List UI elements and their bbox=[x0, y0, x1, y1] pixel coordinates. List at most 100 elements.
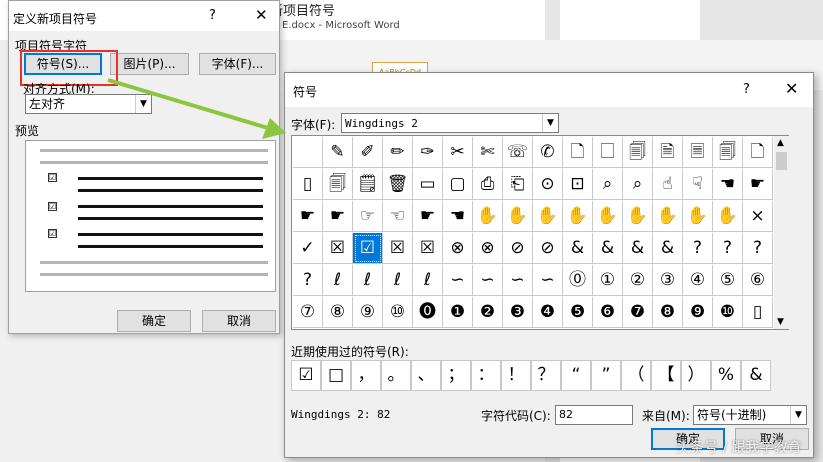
symbol-cell[interactable]: ☟ bbox=[683, 169, 713, 200]
recent-symbol-cell[interactable]: ☑ bbox=[291, 360, 321, 391]
symbol-cell[interactable]: ☛ bbox=[293, 201, 323, 232]
symbol-cell[interactable]: ⌕ bbox=[623, 169, 653, 200]
recent-symbol-cell[interactable]: （ bbox=[621, 360, 651, 391]
chevron-down-icon[interactable]: ▼ bbox=[790, 406, 806, 424]
symbol-cell[interactable]: ∽ bbox=[503, 265, 533, 296]
scroll-down-icon[interactable]: ▼ bbox=[777, 317, 784, 327]
recent-symbol-cell[interactable]: ： bbox=[471, 360, 501, 391]
scroll-thumb[interactable] bbox=[776, 152, 787, 170]
help-button[interactable]: ? bbox=[743, 82, 750, 97]
symbol-cell[interactable]: ✐ bbox=[353, 137, 383, 168]
symbol-cell[interactable]: ⓿ bbox=[413, 297, 443, 328]
symbol-cell[interactable]: ⊗ bbox=[443, 233, 473, 264]
symbol-cell[interactable]: ? bbox=[293, 265, 323, 296]
symbol-grid-scrollbar[interactable]: ▲ ▼ bbox=[774, 136, 789, 329]
symbol-cell[interactable]: ☝ bbox=[653, 169, 683, 200]
symbol-cell[interactable]: ❶ bbox=[443, 297, 473, 328]
symbol-cell[interactable]: ❿ bbox=[713, 297, 743, 328]
symbol-cell[interactable]: 🗒 bbox=[353, 169, 383, 200]
symbol-cell[interactable]: ✋ bbox=[563, 201, 593, 232]
symbol-cell[interactable]: 🗌 bbox=[593, 137, 623, 168]
symbol-cell[interactable]: & bbox=[653, 233, 683, 264]
symbol-cell[interactable]: ✓ bbox=[293, 233, 323, 264]
symbol-cell[interactable]: ⑥ bbox=[743, 265, 773, 296]
symbol-cell[interactable]: ⎙ bbox=[473, 169, 503, 200]
symbol-cell[interactable]: ☛ bbox=[743, 169, 773, 200]
symbol-cell[interactable]: ☏ bbox=[503, 137, 533, 168]
symbol-cell[interactable]: ✋ bbox=[593, 201, 623, 232]
symbol-cell[interactable]: 🗐 bbox=[323, 169, 353, 200]
symbol-cell[interactable]: × bbox=[743, 201, 773, 232]
symbol-cell[interactable]: ∽ bbox=[533, 265, 563, 296]
symbol-cell[interactable]: ? bbox=[743, 233, 773, 264]
font-select[interactable]: Wingdings 2 ▼ bbox=[341, 113, 559, 133]
symbol-cell[interactable]: ❻ bbox=[593, 297, 623, 328]
symbol-cell[interactable]: ℓ bbox=[413, 265, 443, 296]
symbol-cell[interactable]: ? bbox=[713, 233, 743, 264]
symbol-cell[interactable]: ⊡ bbox=[563, 169, 593, 200]
symbol-cell[interactable]: ✋ bbox=[533, 201, 563, 232]
recent-symbol-cell[interactable]: ！ bbox=[501, 360, 531, 391]
symbol-cell[interactable]: ? bbox=[683, 233, 713, 264]
symbol-cell[interactable]: ⊘ bbox=[533, 233, 563, 264]
symbol-cell[interactable]: ▯ bbox=[743, 297, 773, 328]
symbol-cell[interactable]: 🗏 bbox=[683, 137, 713, 168]
recent-symbol-cell[interactable]: ） bbox=[681, 360, 711, 391]
recent-symbol-cell[interactable]: ， bbox=[351, 360, 381, 391]
alignment-select[interactable]: 左对齐 ▼ bbox=[25, 94, 152, 114]
from-select[interactable]: 符号(十进制) ▼ bbox=[693, 405, 807, 425]
help-button[interactable]: ? bbox=[209, 8, 216, 23]
symbol-cell[interactable]: ✋ bbox=[713, 201, 743, 232]
symbol-cell[interactable]: 🗑 bbox=[383, 169, 413, 200]
symbol-cell[interactable]: ④ bbox=[683, 265, 713, 296]
symbol-cell[interactable]: ☛ bbox=[323, 201, 353, 232]
symbol-cell[interactable]: & bbox=[593, 233, 623, 264]
symbol-cell[interactable]: ✋ bbox=[623, 201, 653, 232]
chevron-down-icon[interactable]: ▼ bbox=[135, 95, 151, 113]
recent-symbol-cell[interactable]: 、 bbox=[411, 360, 441, 391]
symbol-cell[interactable] bbox=[293, 137, 323, 168]
recent-symbol-cell[interactable]: ； bbox=[441, 360, 471, 391]
symbol-cell[interactable]: ❾ bbox=[683, 297, 713, 328]
symbol-cell[interactable]: 🗋 bbox=[743, 137, 773, 168]
chevron-down-icon[interactable]: ▼ bbox=[542, 114, 558, 132]
symbol-cell[interactable]: 🗐 bbox=[713, 137, 743, 168]
symbol-cell[interactable]: ✄ bbox=[473, 137, 503, 168]
symbol-cell[interactable]: & bbox=[563, 233, 593, 264]
symbol-cell[interactable]: ☛ bbox=[413, 201, 443, 232]
symbol-cell[interactable]: 🗎 bbox=[653, 137, 683, 168]
symbol-cell[interactable]: ☚ bbox=[713, 169, 743, 200]
recent-symbol-cell[interactable]: % bbox=[711, 360, 741, 391]
symbol-cell[interactable]: ② bbox=[623, 265, 653, 296]
cancel-button[interactable]: 取消 bbox=[202, 310, 276, 332]
symbol-cell[interactable]: ☒ bbox=[323, 233, 353, 264]
font-button[interactable]: 字体(F)... bbox=[199, 53, 276, 75]
symbol-cell[interactable]: 🗋 bbox=[563, 137, 593, 168]
symbol-cell[interactable]: ⎗ bbox=[503, 169, 533, 200]
scroll-up-icon[interactable]: ▲ bbox=[777, 138, 784, 148]
symbol-cell[interactable]: ❹ bbox=[533, 297, 563, 328]
recent-symbol-cell[interactable]: ” bbox=[591, 360, 621, 391]
symbol-cell[interactable]: ✂ bbox=[443, 137, 473, 168]
symbol-cell[interactable]: ⑩ bbox=[383, 297, 413, 328]
symbol-cell[interactable]: ▢ bbox=[443, 169, 473, 200]
symbol-cell[interactable]: ☒ bbox=[383, 233, 413, 264]
symbol-cell[interactable]: ⑧ bbox=[323, 297, 353, 328]
close-button[interactable]: ✕ bbox=[785, 79, 798, 98]
close-button[interactable]: ✕ bbox=[255, 6, 268, 24]
symbol-cell[interactable]: ⊗ bbox=[473, 233, 503, 264]
symbol-cell[interactable]: ✑ bbox=[413, 137, 443, 168]
recent-symbol-cell[interactable]: □ bbox=[321, 360, 351, 391]
symbol-cell[interactable]: ∽ bbox=[473, 265, 503, 296]
symbol-cell[interactable]: ▭ bbox=[413, 169, 443, 200]
symbol-cell[interactable]: ▯ bbox=[293, 169, 323, 200]
symbol-cell[interactable]: ℓ bbox=[323, 265, 353, 296]
symbol-cell[interactable]: ⌕ bbox=[593, 169, 623, 200]
recent-symbol-cell[interactable]: 。 bbox=[381, 360, 411, 391]
symbol-cell[interactable]: ✏ bbox=[383, 137, 413, 168]
symbol-cell[interactable]: ⑦ bbox=[293, 297, 323, 328]
symbol-cell[interactable]: ✋ bbox=[503, 201, 533, 232]
character-code-input[interactable]: 82 bbox=[555, 405, 633, 425]
symbol-cell[interactable]: ❸ bbox=[503, 297, 533, 328]
symbol-cell[interactable]: ⓪ bbox=[563, 265, 593, 296]
